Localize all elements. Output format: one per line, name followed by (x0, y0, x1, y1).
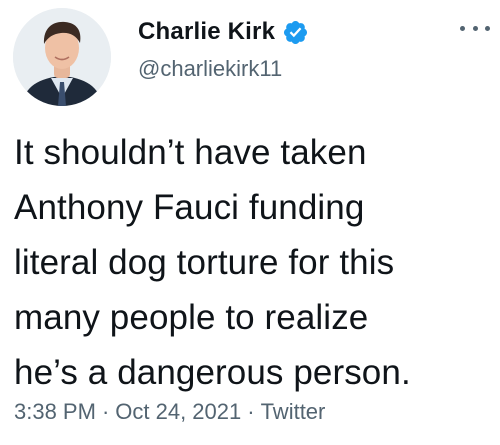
tweet-source[interactable]: Twitter (261, 399, 326, 424)
tweet-text: It shouldn’t have taken Anthony Fauci fu… (14, 133, 411, 392)
author-name-row: Charlie Kirk (138, 15, 309, 49)
tweet-metadata: 3:38 PM · Oct 24, 2021 · Twitter (14, 399, 325, 425)
verified-badge-icon (282, 19, 309, 46)
tweet-card: Charlie Kirk @charliekirk11 It shouldn’t… (0, 0, 500, 445)
profile-photo-icon (13, 8, 111, 106)
more-dot-icon (485, 25, 490, 31)
more-dot-icon (460, 25, 465, 31)
more-options-icon[interactable] (460, 18, 490, 38)
tweet-date[interactable]: Oct 24, 2021 (115, 399, 241, 424)
avatar[interactable] (13, 8, 111, 106)
separator: · (101, 399, 110, 424)
author-handle[interactable]: @charliekirk11 (138, 56, 282, 82)
author-display-name[interactable]: Charlie Kirk (138, 18, 275, 46)
separator: · (247, 399, 255, 424)
tweet-time[interactable]: 3:38 PM (14, 399, 96, 424)
more-dot-icon (472, 25, 478, 31)
